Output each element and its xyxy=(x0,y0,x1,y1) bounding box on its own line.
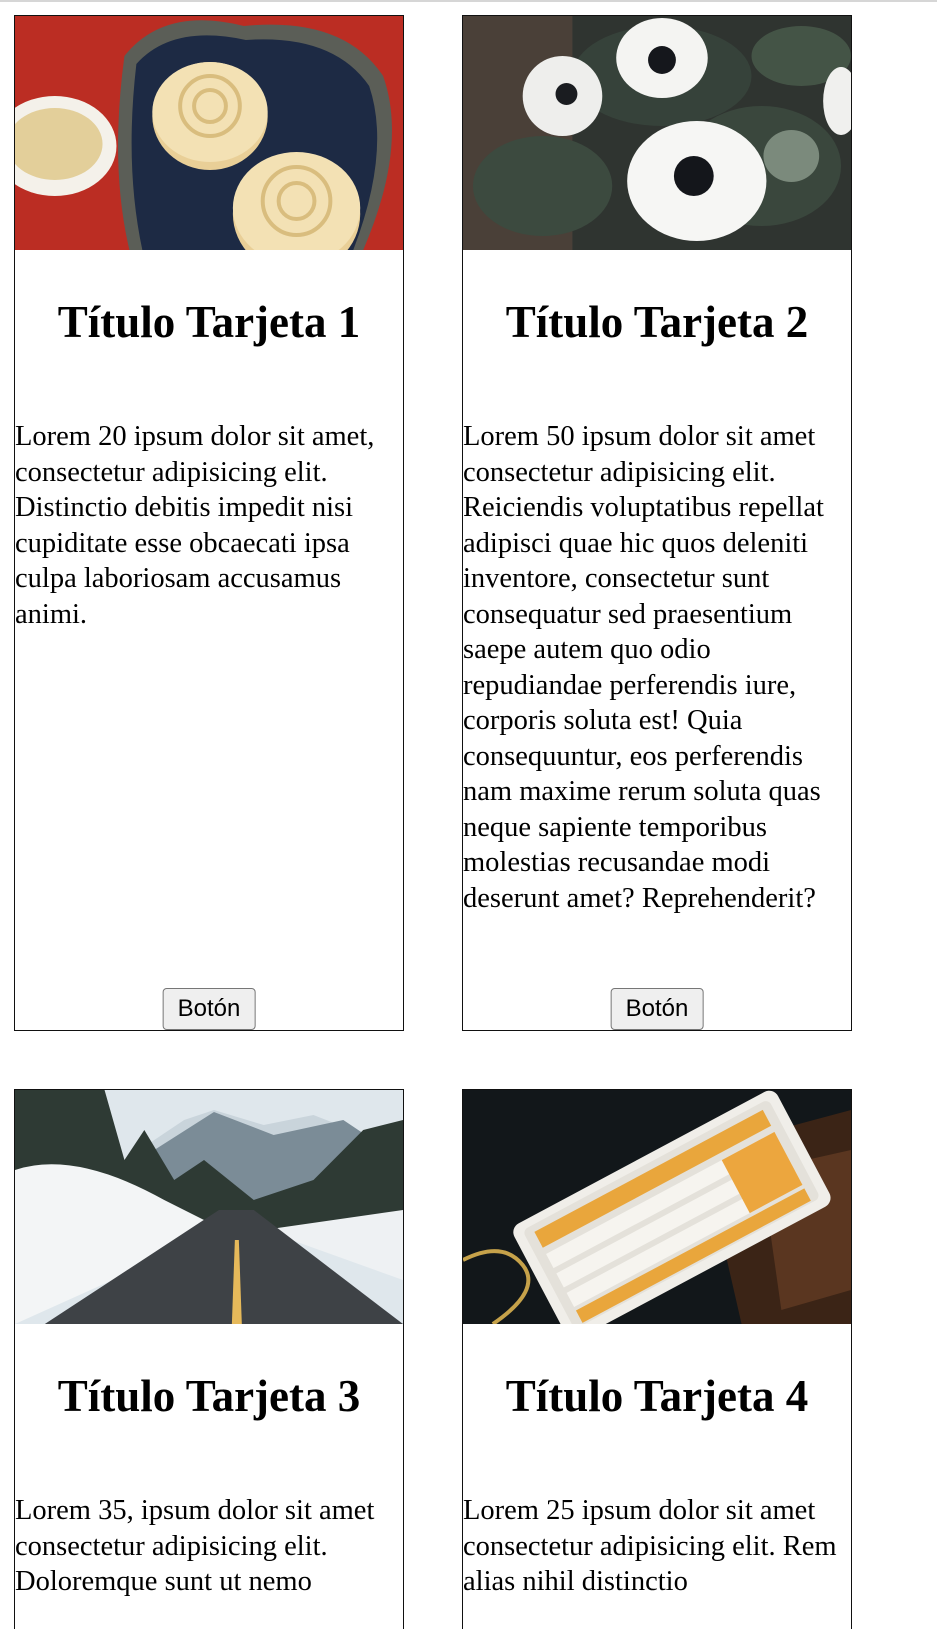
card-title: Título Tarjeta 1 xyxy=(57,297,361,347)
card-title: Título Tarjeta 4 xyxy=(505,1371,809,1421)
card-4: Título Tarjeta 4 Lorem 25 ipsum dolor si… xyxy=(462,1089,852,1629)
card-button[interactable]: Botón xyxy=(610,988,704,1030)
card-title: Título Tarjeta 2 xyxy=(505,297,809,347)
card-1: Título Tarjeta 1 Lorem 20 ipsum dolor si… xyxy=(14,15,404,1031)
card-text: Lorem 20 ipsum dolor sit amet, consectet… xyxy=(15,421,375,630)
card-image-mooncakes xyxy=(15,16,403,250)
card-3: Título Tarjeta 3 Lorem 35, ipsum dolor s… xyxy=(14,1089,404,1629)
top-divider xyxy=(0,0,937,2)
card-2: Título Tarjeta 2 Lorem 50 ipsum dolor si… xyxy=(462,15,852,1031)
card-text: Lorem 50 ipsum dolor sit amet consectetu… xyxy=(463,421,824,914)
card-text: Lorem 35, ipsum dolor sit amet consectet… xyxy=(15,1495,375,1597)
card-title: Título Tarjeta 3 xyxy=(57,1371,361,1421)
card-image-anemones xyxy=(463,16,851,250)
card-image-snowy-road xyxy=(15,1090,403,1324)
card-text: Lorem 25 ipsum dolor sit amet consectetu… xyxy=(463,1495,837,1597)
card-button[interactable]: Botón xyxy=(162,988,256,1030)
card-image-keyboard xyxy=(463,1090,851,1324)
